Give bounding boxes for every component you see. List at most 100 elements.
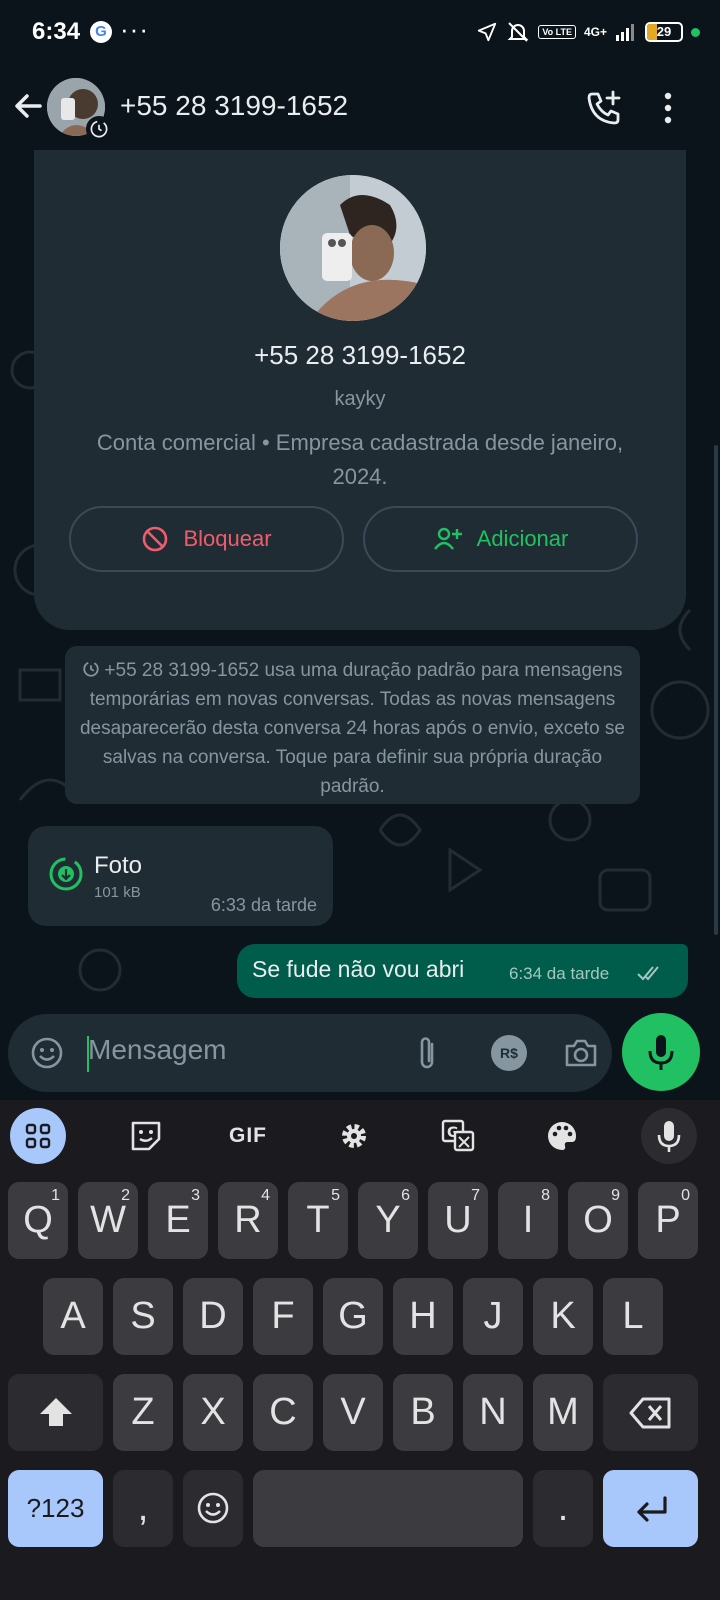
enter-key[interactable] [603,1470,698,1547]
battery-fill [647,24,657,40]
network-type: 4G+ [583,25,607,39]
keyboard-toolbar: GIF G [0,1100,720,1172]
comma-key[interactable]: , [113,1470,173,1547]
key-label: V [340,1391,366,1433]
key-number-hint: 5 [331,1187,340,1204]
key-x[interactable]: X [183,1374,243,1451]
symbols-key[interactable]: ?123 [8,1470,103,1547]
key-g[interactable]: G [323,1278,383,1355]
key-p[interactable]: P0 [638,1182,698,1259]
scrollbar[interactable] [714,445,718,935]
key-label: Y [375,1199,401,1241]
key-t[interactable]: T5 [288,1182,348,1259]
contact-info-card: +55 28 3199-1652 kayky Conta comercial •… [34,150,686,630]
key-number-hint: 6 [401,1187,410,1204]
key-z[interactable]: Z [113,1374,173,1451]
more-notifications-icon: ··· [120,14,149,44]
space-key[interactable] [253,1470,523,1547]
incoming-photo-message[interactable]: Foto 101 kB 6:33 da tarde [28,826,333,926]
key-label: H [409,1295,437,1337]
voice-typing-button[interactable] [641,1108,697,1164]
disappearing-messages-notice[interactable]: +55 28 3199-1652 usa uma duração padrão … [65,646,640,804]
grid-icon [25,1123,51,1149]
key-u[interactable]: U7 [428,1182,488,1259]
key-label: Q [23,1199,53,1241]
key-number-hint: 8 [541,1187,550,1204]
message-composer: Mensagem R$ [0,1010,720,1100]
back-arrow-icon[interactable] [10,86,50,126]
key-label: A [60,1295,86,1337]
key-q[interactable]: Q1 [8,1182,68,1259]
disappearing-timer-icon [86,116,112,142]
apps-grid-button[interactable] [10,1108,66,1164]
key-label: P [655,1199,681,1241]
key-l[interactable]: L [603,1278,663,1355]
signal-icon [616,24,634,41]
emoji-key[interactable] [183,1470,243,1547]
key-i[interactable]: I8 [498,1182,558,1259]
add-call-icon[interactable] [584,88,624,128]
key-label: L [622,1295,644,1337]
sticker-button[interactable] [118,1108,174,1164]
add-contact-button[interactable]: Adicionar [363,506,638,572]
attach-icon[interactable] [412,1034,442,1074]
period-key[interactable]: . [533,1470,593,1547]
key-o[interactable]: O9 [568,1182,628,1259]
gif-button[interactable]: GIF [220,1108,276,1164]
key-s[interactable]: S [113,1278,173,1355]
key-c[interactable]: C [253,1374,313,1451]
key-label: O [583,1199,613,1241]
theme-button[interactable] [534,1108,590,1164]
chat-header: +55 28 3199-1652 [0,70,720,150]
block-button[interactable]: Bloquear [69,506,344,572]
more-options-icon[interactable] [656,88,680,128]
outgoing-text-message[interactable]: Se fude não vou abri 6:34 da tarde [237,944,688,998]
microphone-icon [648,1035,674,1070]
message-input-pill[interactable]: Mensagem R$ [8,1014,612,1092]
emoji-icon[interactable] [30,1036,64,1070]
key-r[interactable]: R4 [218,1182,278,1259]
shift-key[interactable] [8,1374,103,1451]
message-input[interactable]: Mensagem [88,1034,227,1066]
key-e[interactable]: E3 [148,1182,208,1259]
google-icon: G [90,21,112,43]
key-label: N [479,1391,507,1433]
settings-button[interactable] [326,1108,382,1164]
key-b[interactable]: B [393,1374,453,1451]
double-check-icon [637,966,659,981]
key-d[interactable]: D [183,1278,243,1355]
keyboard: GIF G Q1W2E3R4T5Y6U7I8O9P0ASDFGHJKLZXCVB… [0,1100,720,1600]
key-w[interactable]: W2 [78,1182,138,1259]
backspace-key[interactable] [603,1374,698,1451]
camera-icon[interactable] [563,1036,599,1070]
key-number-hint: 9 [611,1187,620,1204]
photo-title: Foto [94,852,143,879]
mute-icon [507,22,529,42]
voice-message-button[interactable] [622,1013,700,1091]
key-label: Z [131,1391,155,1433]
key-number-hint: 0 [681,1187,690,1204]
enter-icon [636,1496,667,1522]
key-k[interactable]: K [533,1278,593,1355]
message-list[interactable]: +55 28 3199-1652 kayky Conta comercial •… [0,150,720,1020]
key-f[interactable]: F [253,1278,313,1355]
contact-profile-photo[interactable] [280,175,426,321]
key-n[interactable]: N [463,1374,523,1451]
chat-title[interactable]: +55 28 3199-1652 [120,90,348,122]
download-icon[interactable] [48,856,84,892]
key-y[interactable]: Y6 [358,1182,418,1259]
key-number-hint: 3 [191,1187,200,1204]
notice-text: +55 28 3199-1652 usa uma duração padrão … [79,660,626,797]
contact-name: kayky [334,388,386,410]
key-label: B [410,1391,436,1433]
key-j[interactable]: J [463,1278,523,1355]
key-a[interactable]: A [43,1278,103,1355]
status-bar: 6:34 G ··· Vo LTE 4G+ 29 [0,0,720,70]
key-h[interactable]: H [393,1278,453,1355]
key-v[interactable]: V [323,1374,383,1451]
payment-button[interactable]: R$ [491,1035,527,1071]
translate-button[interactable]: G [430,1108,486,1164]
key-m[interactable]: M [533,1374,593,1451]
microphone-icon [657,1121,681,1152]
block-icon [143,526,168,552]
